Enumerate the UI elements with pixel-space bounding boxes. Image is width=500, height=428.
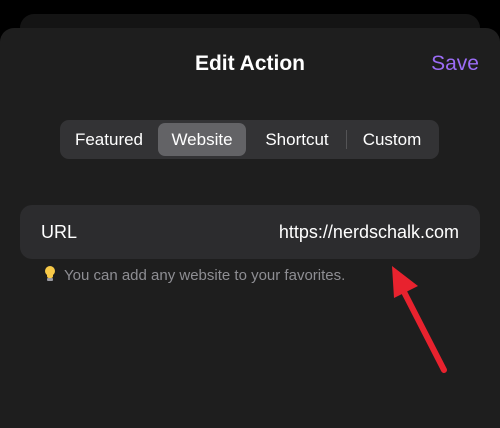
save-button[interactable]: Save	[431, 51, 479, 77]
page-title: Edit Action	[194, 52, 306, 75]
segment-shortcut[interactable]: Shortcut	[250, 123, 344, 156]
segment-website[interactable]: Website	[158, 123, 246, 156]
screen: Edit Action Save Featured Website Shortc…	[0, 0, 500, 428]
red-arrow-icon	[392, 266, 447, 373]
action-type-segmented-control: Featured Website Shortcut Custom	[60, 120, 439, 159]
hint-text: You can add any website to your favorite…	[64, 267, 346, 284]
segment-custom[interactable]: Custom	[348, 123, 436, 156]
segment-divider	[346, 130, 347, 149]
url-field[interactable]: https://nerdschalk.com	[279, 205, 459, 259]
hint-text-row: You can add any website to your favorite…	[44, 266, 345, 286]
segment-featured[interactable]: Featured	[64, 123, 154, 156]
url-row[interactable]: URL https://nerdschalk.com	[20, 205, 480, 259]
lightbulb-icon	[44, 266, 56, 282]
url-label: URL	[41, 222, 78, 242]
